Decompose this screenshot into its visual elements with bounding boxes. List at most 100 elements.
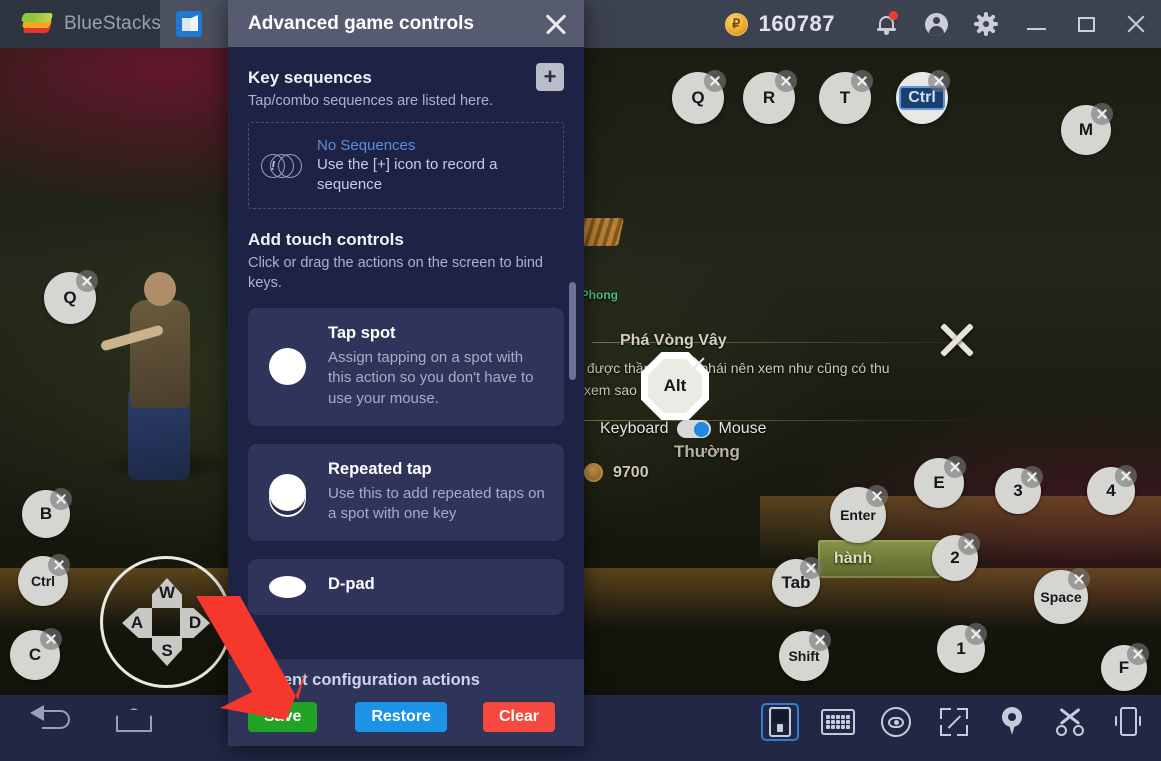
back-icon[interactable] (30, 705, 74, 736)
key-binding-remove-icon[interactable] (851, 70, 873, 92)
home-icon[interactable] (112, 706, 156, 736)
shake-icon[interactable] (1111, 705, 1145, 739)
settings-button[interactable] (961, 0, 1011, 48)
key-binding-remove-icon[interactable] (958, 533, 980, 555)
key-binding-remove-icon[interactable] (1068, 568, 1090, 590)
key-binding-remove-icon[interactable] (50, 488, 72, 510)
key-binding-remove-icon[interactable] (775, 70, 797, 92)
key-binding-remove-icon[interactable] (40, 628, 62, 650)
dpad-up[interactable]: W (152, 578, 182, 608)
account-button[interactable] (911, 0, 961, 48)
key-binding-remove-icon[interactable] (704, 70, 726, 92)
dialog-header: Advanced game controls (228, 0, 584, 47)
key-binding-remove-icon[interactable] (965, 623, 987, 645)
close-icon (1126, 14, 1146, 34)
key-binding-tab[interactable]: Tab (772, 557, 822, 607)
bluestacks-window: u Phong hành Phá Vòng Vây c được thần cô… (0, 0, 1161, 761)
touch-control-card[interactable]: Tap spot Assign tapping on a spot with t… (248, 307, 564, 426)
key-binding-label: F (1118, 658, 1130, 677)
key-binding-q[interactable]: Q (672, 70, 726, 124)
minimize-icon (1026, 28, 1046, 30)
sequence-alert-mark: ! (261, 153, 285, 178)
key-binding-remove-icon[interactable] (928, 70, 950, 92)
points-display[interactable]: ₽ 160787 (724, 11, 835, 37)
card-title: Tap spot (328, 323, 396, 342)
keyboard-mouse-toggle[interactable]: Keyboard Mouse (600, 420, 767, 438)
maximize-icon (1077, 16, 1095, 32)
key-binding-e[interactable]: E (914, 456, 966, 508)
key-binding-f[interactable]: F (1101, 643, 1149, 691)
scissors-icon[interactable] (1053, 705, 1087, 739)
key-binding-b[interactable]: B (22, 488, 72, 538)
key-binding-ctrl[interactable]: Ctrl (18, 554, 70, 606)
key-binding-label: 4 (1106, 481, 1116, 500)
key-binding-q[interactable]: Q (44, 270, 98, 324)
repeated-tap-circles-icon (262, 473, 312, 511)
key-binding-label: B (39, 504, 53, 523)
phone-view-icon[interactable] (761, 703, 799, 741)
touch-control-card[interactable]: D-pad (248, 559, 564, 615)
key-binding-c[interactable]: C (10, 628, 62, 680)
restore-button[interactable]: Restore (355, 702, 447, 732)
key-binding-4[interactable]: 4 (1087, 465, 1137, 515)
dpad-right[interactable]: D (180, 608, 210, 638)
key-binding-r[interactable]: R (743, 70, 797, 124)
key-binding-m[interactable]: M (1061, 103, 1113, 155)
dpad-control[interactable]: W A D S (100, 556, 232, 688)
key-binding-remove-icon[interactable] (866, 485, 888, 507)
save-button[interactable]: Save (248, 702, 318, 732)
key-binding-enter[interactable]: Enter (830, 485, 888, 543)
maximize-button[interactable] (1061, 0, 1111, 48)
dialog-footer: Current configuration actions Save Resto… (228, 659, 584, 746)
key-binding-shift[interactable]: Shift (779, 629, 831, 681)
location-pin-icon[interactable] (995, 705, 1029, 739)
clear-button[interactable]: Clear (482, 702, 555, 732)
instance-tab-icon (176, 11, 202, 37)
keyboard-icon[interactable] (821, 705, 855, 739)
key-binding-remove-icon[interactable] (1021, 466, 1043, 488)
dpad-left[interactable]: A (122, 608, 152, 638)
key-binding-remove-icon[interactable] (1115, 465, 1137, 487)
key-sequences-heading: Key sequences (248, 68, 372, 87)
key-binding-space[interactable]: Space (1034, 568, 1090, 624)
advanced-game-controls-dialog: Advanced game controls Key sequences Tap… (228, 0, 584, 746)
touch-control-card[interactable]: Repeated tap Use this to add repeated ta… (248, 443, 564, 541)
close-button[interactable] (1111, 0, 1161, 48)
key-binding-remove-icon[interactable] (48, 554, 70, 576)
game-coin-icon (584, 463, 603, 482)
dialog-close-icon[interactable] (542, 10, 570, 38)
key-binding-remove-icon[interactable] (1127, 643, 1149, 665)
dialogue-sub: Thường (674, 442, 740, 461)
key-binding-t[interactable]: T (819, 70, 873, 124)
key-binding-3[interactable]: 3 (995, 466, 1043, 514)
eye-icon[interactable] (879, 705, 913, 739)
toggle-switch[interactable] (676, 420, 711, 438)
key-binding-2[interactable]: 2 (932, 533, 980, 581)
key-binding-alt-remove-icon[interactable] (688, 352, 710, 374)
minimize-button[interactable] (1011, 0, 1061, 48)
card-description: Assign tapping on a spot with this actio… (328, 348, 534, 407)
game-coin-amount: 9700 (613, 463, 649, 481)
dialog-scrollbar-thumb[interactable] (569, 282, 576, 380)
key-binding-ctrl[interactable]: Ctrl (896, 70, 950, 124)
toggle-label-keyboard: Keyboard (600, 420, 669, 437)
key-binding-remove-icon[interactable] (76, 270, 98, 292)
tool-icons (761, 703, 1145, 741)
tap-spot-circle-icon (262, 348, 312, 386)
key-binding-remove-icon[interactable] (809, 629, 831, 651)
key-binding-remove-icon[interactable] (944, 456, 966, 478)
account-icon (924, 12, 948, 36)
game-dialogue-close-icon[interactable] (938, 320, 976, 358)
notifications-button[interactable] (861, 0, 911, 48)
fullscreen-icon[interactable] (937, 705, 971, 739)
key-binding-remove-icon[interactable] (1091, 103, 1113, 125)
key-binding-remove-icon[interactable] (800, 557, 822, 579)
add-sequence-button[interactable]: + (536, 63, 564, 91)
gear-icon (974, 12, 998, 36)
d-pad-shape-icon (262, 576, 312, 598)
card-title: D-pad (328, 575, 375, 593)
key-binding-label: Q (691, 88, 705, 107)
instance-tab[interactable] (160, 0, 252, 48)
dpad-down[interactable]: S (152, 636, 182, 666)
key-binding-1[interactable]: 1 (937, 623, 987, 673)
